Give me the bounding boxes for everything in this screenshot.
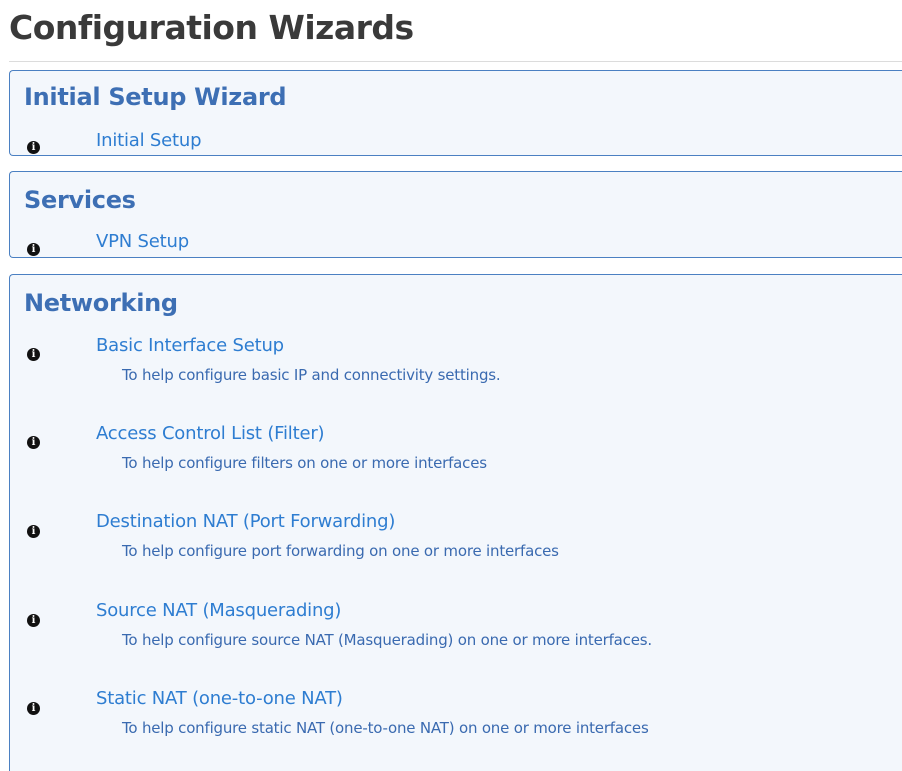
section-networking: Networking i Basic Interface Setup To he…	[9, 274, 902, 771]
wizard-link-static-nat[interactable]: Static NAT (one-to-one NAT)	[96, 688, 343, 709]
wizard-description: To help configure port forwarding on one…	[122, 542, 559, 560]
info-icon[interactable]: i	[27, 525, 40, 538]
wizard-link-access-control-list[interactable]: Access Control List (Filter)	[96, 423, 325, 444]
wizard-description: To help configure static NAT (one-to-one…	[122, 719, 649, 737]
section-heading: Networking	[24, 289, 178, 317]
wizard-description: To help configure basic IP and connectiv…	[122, 366, 501, 384]
wizard-link-destination-nat[interactable]: Destination NAT (Port Forwarding)	[96, 511, 395, 532]
page-title: Configuration Wizards	[9, 8, 414, 47]
info-icon[interactable]: i	[27, 141, 40, 154]
wizard-link-source-nat[interactable]: Source NAT (Masquerading)	[96, 600, 341, 621]
wizard-link-basic-interface-setup[interactable]: Basic Interface Setup	[96, 335, 284, 356]
info-icon[interactable]: i	[27, 436, 40, 449]
wizard-link-initial-setup[interactable]: Initial Setup	[96, 130, 202, 151]
info-icon[interactable]: i	[27, 702, 40, 715]
info-icon[interactable]: i	[27, 348, 40, 361]
configuration-wizards-page: Configuration Wizards Initial Setup Wiza…	[0, 0, 902, 771]
section-services: Services i VPN Setup	[9, 171, 902, 258]
section-heading: Initial Setup Wizard	[24, 83, 287, 111]
wizard-description: To help configure filters on one or more…	[122, 454, 487, 472]
section-initial-setup-wizard: Initial Setup Wizard i Initial Setup	[9, 70, 902, 156]
title-divider	[9, 61, 902, 62]
info-icon[interactable]: i	[27, 614, 40, 627]
section-heading: Services	[24, 186, 136, 214]
wizard-description: To help configure source NAT (Masqueradi…	[122, 631, 652, 649]
wizard-link-vpn-setup[interactable]: VPN Setup	[96, 231, 189, 252]
info-icon[interactable]: i	[27, 243, 40, 256]
